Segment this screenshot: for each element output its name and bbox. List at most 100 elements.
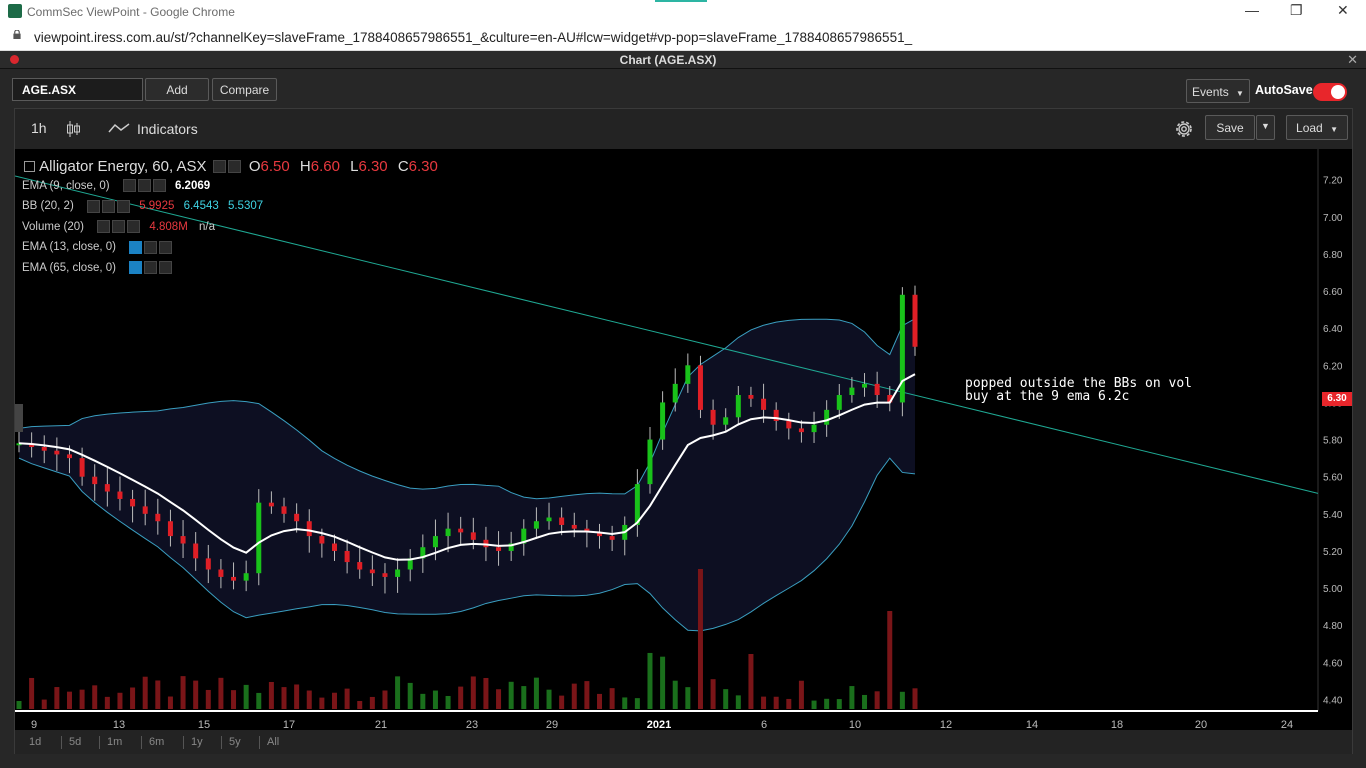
x-tick-label: 13 (113, 719, 125, 730)
visibility-icon[interactable] (212, 159, 226, 173)
y-tick-label: 5.00 (1323, 584, 1343, 595)
indicators-icon[interactable] (108, 122, 130, 134)
url-text[interactable]: viewpoint.iress.com.au/st/?channelKey=sl… (34, 30, 912, 45)
volume-bar (281, 687, 287, 709)
candle-body (786, 421, 792, 429)
minimize-button[interactable]: — (1245, 2, 1259, 18)
chart-legend: Alligator Energy, 60, ASX O6.50 H6.60 L6… (22, 157, 438, 282)
y-tick-label: 7.20 (1323, 176, 1343, 187)
add-button[interactable]: Add (145, 78, 209, 101)
chart-annotation[interactable]: popped outside the BBs on vol buy at the… (965, 377, 1192, 403)
lock-icon (13, 30, 21, 39)
candle-body (167, 521, 173, 537)
visibility-icon[interactable] (97, 220, 111, 233)
low-label: L (350, 157, 359, 175)
remove-icon[interactable] (159, 261, 173, 274)
bb-label: BB (20, 2) (22, 200, 74, 212)
range-button-1y[interactable]: 1y (191, 736, 203, 748)
y-tick-label: 6.20 (1323, 361, 1343, 372)
settings-gear-icon[interactable] (1173, 118, 1195, 140)
volume-bar (319, 697, 325, 709)
volume-bar (130, 687, 136, 709)
close-window-button[interactable]: ✕ (1337, 2, 1349, 19)
candle-body (761, 398, 767, 410)
last-price-tag: 6.30 (1322, 392, 1352, 406)
volume-bar (79, 689, 85, 709)
load-dropdown[interactable]: Load ▼ (1286, 115, 1348, 140)
candle-body (142, 506, 148, 514)
events-dropdown[interactable]: Events ▼ (1186, 79, 1250, 103)
visibility-icon[interactable] (129, 261, 143, 274)
candle-body (218, 569, 224, 577)
browser-titlebar: CommSec ViewPoint - Google Chrome — ❐ ✕ (0, 0, 1366, 24)
remove-icon[interactable] (152, 179, 166, 192)
candle-body (546, 517, 552, 522)
bollinger-band-fill (19, 318, 915, 631)
range-button-6m[interactable]: 6m (149, 736, 164, 748)
open-label: O (248, 157, 261, 175)
range-button-all[interactable]: All (267, 736, 279, 748)
address-bar[interactable]: viewpoint.iress.com.au/st/?channelKey=sl… (0, 24, 1366, 51)
x-tick-label: 2021 (647, 719, 671, 730)
volume-bar (761, 696, 767, 709)
candle-body (672, 383, 678, 403)
volume-bar (496, 689, 502, 709)
ema9-label: EMA (9, close, 0) (22, 179, 110, 192)
save-button[interactable]: Save (1205, 115, 1255, 140)
candle-body (559, 517, 565, 525)
volume-bar (634, 698, 640, 709)
candle-body (748, 395, 754, 399)
save-dropdown-chevron-icon[interactable]: ▼ (1256, 115, 1275, 140)
visibility-icon[interactable] (129, 240, 143, 254)
y-tick-label: 6.60 (1323, 287, 1343, 298)
candle-body (41, 446, 47, 451)
app-favicon-icon (8, 4, 22, 18)
candle-body (685, 365, 691, 384)
y-tick-label: 4.40 (1323, 695, 1343, 706)
remove-icon[interactable] (159, 240, 173, 254)
volume-bar (811, 700, 817, 709)
remove-icon[interactable] (116, 199, 130, 213)
interval-selector[interactable]: 1h (31, 120, 47, 136)
candlestick-type-icon[interactable] (66, 120, 80, 138)
settings-icon[interactable] (112, 220, 126, 233)
settings-icon[interactable] (227, 159, 241, 173)
visibility-icon[interactable] (122, 179, 136, 192)
range-button-1m[interactable]: 1m (107, 736, 122, 748)
volume-bar (445, 695, 451, 709)
volume-bar (798, 680, 804, 709)
candle-body (445, 528, 451, 537)
settings-icon[interactable] (144, 261, 158, 274)
ema13-label: EMA (13, close, 0) (22, 241, 116, 253)
compare-button[interactable]: Compare (212, 78, 277, 101)
x-tick-label: 17 (283, 719, 295, 730)
panel-close-button[interactable]: ✕ (1347, 52, 1358, 68)
x-tick-label: 24 (1281, 719, 1293, 730)
remove-icon[interactable] (127, 220, 141, 233)
settings-icon[interactable] (144, 240, 158, 254)
range-button-5y[interactable]: 5y (229, 736, 241, 748)
autosave-toggle[interactable] (1313, 83, 1347, 101)
volume-bar (142, 676, 148, 709)
volume-bar (54, 687, 60, 709)
candle-body (92, 476, 98, 485)
settings-icon[interactable] (101, 199, 115, 213)
visibility-icon[interactable] (86, 199, 100, 213)
y-tick-label: 4.80 (1323, 621, 1343, 632)
range-button-5d[interactable]: 5d (69, 736, 81, 748)
close-label: C (397, 157, 409, 175)
symbol-input[interactable] (12, 78, 143, 101)
candle-body (470, 532, 476, 540)
collapse-legend-icon[interactable] (24, 160, 35, 172)
volume-bar (685, 687, 691, 709)
y-tick-label: 5.80 (1323, 436, 1343, 447)
settings-icon[interactable] (137, 179, 151, 192)
volume-bar (231, 690, 237, 709)
range-button-1d[interactable]: 1d (29, 736, 41, 748)
maximize-button[interactable]: ❐ (1290, 2, 1303, 19)
volume-bar (294, 684, 300, 709)
volume-bar (660, 656, 666, 709)
x-tick-label: 9 (31, 719, 37, 730)
indicators-button[interactable]: Indicators (137, 121, 198, 137)
x-tick-label: 18 (1111, 719, 1123, 730)
